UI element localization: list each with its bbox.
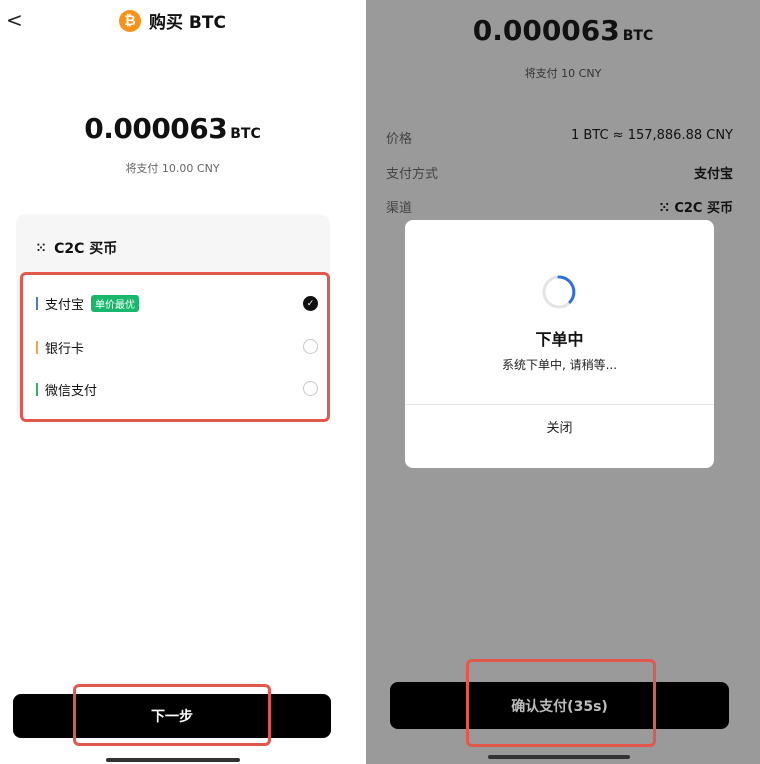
- bank-card-radio-icon[interactable]: [303, 339, 318, 354]
- home-indicator: [488, 755, 630, 759]
- amount-unit: BTC: [622, 28, 654, 44]
- pay-note: 将支付 10 CNY: [524, 67, 602, 80]
- c2c-title-text: C2C 买币: [54, 241, 118, 257]
- channel-row: 渠道 ⁙ C2C 买币: [386, 197, 733, 216]
- c2c-icon: ⁙: [36, 241, 47, 255]
- alipay-radio-checked-icon[interactable]: ✓: [303, 296, 318, 311]
- method-label: 银行卡: [45, 342, 85, 357]
- best-price-badge: 单价最优: [91, 295, 140, 312]
- dialog-message: 系统下单中, 请稍等...: [501, 358, 618, 372]
- method-wechat-pay[interactable]: 微信支付: [36, 380, 97, 399]
- next-button-highlight: [73, 684, 271, 746]
- buy-btc-screen: < ₿ 购买 BTC 0.000063 BTC 将支付 10.00 CNY ⁙ C…: [0, 0, 345, 764]
- home-indicator: [106, 758, 240, 762]
- method-bar: [36, 383, 38, 396]
- price-row: 价格 1 BTC ≈ 157,886.88 CNY: [386, 128, 733, 147]
- wechat-pay-radio-icon[interactable]: [303, 381, 318, 396]
- bitcoin-icon: ₿: [119, 9, 142, 32]
- c2c-card-title: ⁙ C2C 买币: [36, 238, 117, 258]
- amount-value: 0.000063: [84, 112, 228, 145]
- loading-spinner-icon: [542, 275, 576, 309]
- dialog-close-button[interactable]: 关闭: [405, 417, 714, 436]
- amount-value: 0.000063: [472, 14, 620, 47]
- price-value: 1 BTC ≈ 157,886.88 CNY: [570, 128, 733, 143]
- price-label: 价格: [386, 132, 413, 147]
- method-bar: [36, 341, 38, 354]
- payment-method-value: 支付宝: [693, 167, 733, 182]
- btc-amount: 0.000063 BTC: [366, 14, 760, 47]
- payment-method-row: 支付方式 支付宝: [386, 163, 733, 182]
- dialog-divider: [405, 404, 714, 405]
- method-alipay[interactable]: 支付宝 单价最优: [36, 294, 140, 313]
- method-bar: [36, 297, 38, 310]
- dialog-title: 下单中: [535, 330, 584, 349]
- c2c-icon: ⁙: [658, 201, 675, 216]
- payment-method-label: 支付方式: [386, 167, 439, 182]
- method-bank-card[interactable]: 银行卡: [36, 338, 84, 357]
- page-title: 购买 BTC: [149, 13, 226, 33]
- btc-amount: 0.000063 BTC: [0, 112, 345, 145]
- channel-value: ⁙ C2C 买币: [659, 197, 733, 216]
- ordering-dialog: 下单中 系统下单中, 请稍等... 关闭: [405, 220, 714, 468]
- method-label: 微信支付: [45, 384, 98, 399]
- channel-text: C2C 买币: [674, 201, 733, 216]
- amount-unit: BTC: [230, 126, 261, 142]
- pay-note: 将支付 10.00 CNY: [125, 162, 220, 175]
- channel-label: 渠道: [386, 201, 413, 216]
- confirm-button-highlight: [466, 659, 656, 747]
- method-label: 支付宝: [45, 298, 85, 313]
- page-header: ₿ 购买 BTC: [0, 8, 345, 33]
